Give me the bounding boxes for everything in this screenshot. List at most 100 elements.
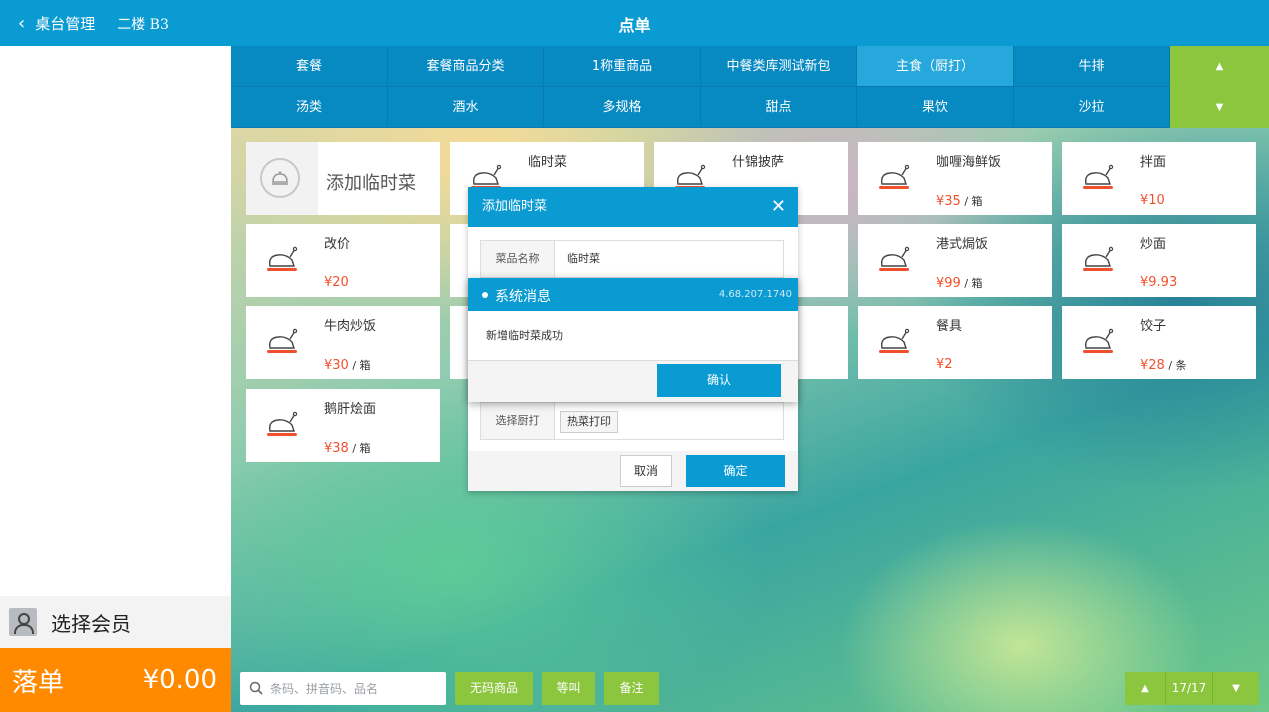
- tab-category[interactable]: 1称重商品: [544, 46, 701, 87]
- system-message-dialog: 系统消息 4.68.207.1740 新增临时菜成功 确认: [468, 278, 798, 402]
- product-name: 饺子: [1140, 319, 1167, 334]
- triangle-up-icon: ▲: [1215, 61, 1224, 72]
- category-up-button[interactable]: ▲: [1170, 46, 1269, 87]
- dialog-footer: 取消 确定: [468, 451, 798, 491]
- note-button[interactable]: 备注: [604, 672, 659, 705]
- product-price: ¥9.93: [1140, 275, 1178, 290]
- dish-name-value: 临时菜: [567, 252, 600, 265]
- select-member-label: 选择会员: [51, 611, 131, 636]
- tab-category[interactable]: 多规格: [544, 87, 701, 128]
- roast-chicken-icon: [267, 246, 298, 271]
- no-code-product-button[interactable]: 无码商品: [455, 672, 533, 705]
- product-card[interactable]: 咖喱海鲜饭 ¥35 / 箱: [858, 142, 1052, 215]
- pager: ▲ 17/17 ▼: [1125, 672, 1259, 705]
- search-input[interactable]: [270, 678, 440, 699]
- product-name: 炒面: [1140, 237, 1167, 252]
- roast-chicken-icon: [879, 164, 910, 189]
- product-card[interactable]: 牛肉炒饭 ¥30 / 箱: [246, 306, 440, 379]
- tab-category[interactable]: 酒水: [388, 87, 544, 128]
- dish-name-field[interactable]: 菜品名称 临时菜: [480, 240, 784, 278]
- tab-category[interactable]: 牛排: [1014, 46, 1170, 87]
- roast-chicken-icon: [879, 246, 910, 271]
- category-down-button[interactable]: ▼: [1170, 87, 1269, 128]
- order-total: ¥0.00: [142, 665, 217, 695]
- search-box: [240, 672, 446, 705]
- order-list-panel: 选择会员 落单 ¥0.00: [0, 46, 231, 712]
- roast-chicken-icon: [267, 411, 298, 436]
- back-button[interactable]: ‹ 桌台管理 二楼 B3: [18, 13, 169, 34]
- cloche-icon: [260, 158, 300, 198]
- wait-call-button[interactable]: 等叫: [542, 672, 595, 705]
- product-name: 改价: [324, 237, 351, 252]
- product-price: ¥20: [324, 275, 349, 290]
- place-order-label: 落单: [12, 667, 65, 698]
- tab-category[interactable]: 沙拉: [1014, 87, 1170, 128]
- roast-chicken-icon: [267, 328, 298, 353]
- product-name: 咖喱海鲜饭: [936, 155, 1002, 170]
- product-price: ¥28 / 条: [1140, 358, 1187, 373]
- triangle-up-icon: ▲: [1141, 683, 1149, 694]
- version-label: 4.68.207.1740: [718, 289, 792, 300]
- product-card[interactable]: 改价 ¥20: [246, 224, 440, 297]
- page-title: 点单: [618, 16, 651, 35]
- dialog-title: 添加临时菜: [482, 199, 548, 214]
- tab-category[interactable]: 汤类: [231, 87, 388, 128]
- select-member-button[interactable]: 选择会员: [0, 596, 231, 648]
- tab-category-active[interactable]: 主食（厨打）: [857, 46, 1014, 87]
- dish-name-label: 菜品名称: [481, 241, 555, 277]
- message-title: 系统消息: [495, 289, 551, 305]
- product-card[interactable]: 餐具 ¥2: [858, 306, 1052, 379]
- product-price: ¥30 / 箱: [324, 358, 371, 373]
- roast-chicken-icon: [879, 328, 910, 353]
- printer-label: 选择厨打: [481, 403, 555, 439]
- roast-chicken-icon: [1083, 246, 1114, 271]
- tab-category[interactable]: 套餐商品分类: [388, 46, 544, 87]
- message-body: 新增临时菜成功: [486, 329, 563, 342]
- user-icon: [9, 608, 37, 636]
- confirm-button[interactable]: 确定: [686, 455, 785, 487]
- product-price: ¥99 / 箱: [936, 276, 983, 291]
- product-card[interactable]: 炒面 ¥9.93: [1062, 224, 1256, 297]
- message-footer: 确认: [468, 360, 798, 402]
- bullet-icon: [482, 292, 488, 298]
- page-up-button[interactable]: ▲: [1125, 672, 1165, 705]
- search-icon: [249, 681, 263, 695]
- product-price: ¥2: [936, 357, 953, 372]
- triangle-down-icon: ▼: [1215, 102, 1224, 113]
- roast-chicken-icon: [1083, 164, 1114, 189]
- message-ok-button[interactable]: 确认: [657, 364, 781, 397]
- product-card[interactable]: 鹅肝烩面 ¥38 / 箱: [246, 389, 440, 462]
- tab-category[interactable]: 甜点: [701, 87, 857, 128]
- roast-chicken-icon: [1083, 328, 1114, 353]
- page-down-button[interactable]: ▼: [1213, 672, 1259, 705]
- add-temp-dish-card[interactable]: 添加临时菜: [246, 142, 440, 215]
- back-label: 桌台管理: [35, 15, 96, 33]
- tab-category[interactable]: 套餐: [231, 46, 388, 87]
- product-name: 港式焗饭: [936, 237, 989, 252]
- product-name: 牛肉炒饭: [324, 319, 377, 334]
- message-header: 系统消息 4.68.207.1740: [468, 278, 798, 311]
- tab-category[interactable]: 果饮: [857, 87, 1014, 128]
- page-indicator: 17/17: [1165, 672, 1213, 705]
- cancel-button[interactable]: 取消: [620, 455, 672, 487]
- add-temp-dish-label: 添加临时菜: [326, 173, 416, 194]
- product-price: ¥10: [1140, 193, 1165, 208]
- close-icon[interactable]: ✕: [771, 187, 786, 227]
- product-name: 拌面: [1140, 155, 1167, 170]
- product-card[interactable]: 港式焗饭 ¥99 / 箱: [858, 224, 1052, 297]
- product-card[interactable]: 拌面 ¥10: [1062, 142, 1256, 215]
- table-number: 二楼 B3: [117, 16, 169, 33]
- triangle-down-icon: ▼: [1232, 683, 1240, 694]
- product-card[interactable]: 饺子 ¥28 / 条: [1062, 306, 1256, 379]
- product-name: 餐具: [936, 319, 963, 334]
- printer-option[interactable]: 热菜打印: [560, 411, 618, 433]
- place-order-button[interactable]: 落单 ¥0.00: [0, 648, 231, 712]
- printer-field: 选择厨打 热菜打印: [480, 402, 784, 440]
- chevron-left-icon: ‹: [18, 12, 26, 34]
- product-name: 临时菜: [528, 155, 568, 170]
- tab-category[interactable]: 中餐类库测试新包: [701, 46, 857, 87]
- dialog-header: 添加临时菜 ✕: [468, 187, 798, 227]
- category-tabs: 套餐 套餐商品分类 1称重商品 中餐类库测试新包 主食（厨打） 牛排 ▲ 汤类 …: [231, 46, 1269, 128]
- product-name: 什锦披萨: [732, 155, 785, 170]
- top-bar: ‹ 桌台管理 二楼 B3 点单: [0, 0, 1269, 46]
